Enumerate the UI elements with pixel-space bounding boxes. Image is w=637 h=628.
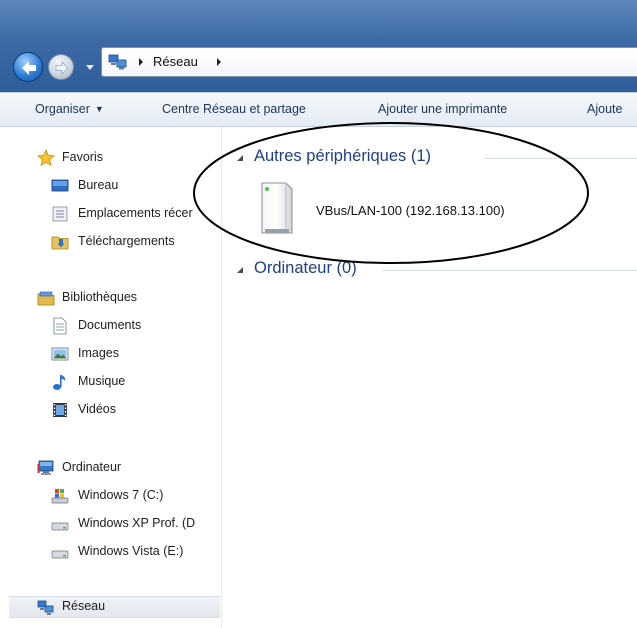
group-title: Autres périphériques (1) — [254, 147, 432, 165]
nav-computer-label: Ordinateur — [62, 460, 122, 474]
organize-menu-button[interactable]: Organiser ▼ — [35, 102, 104, 116]
history-dropdown-icon[interactable] — [85, 62, 95, 72]
add-wireless-button[interactable]: Ajoute — [587, 102, 622, 116]
nav-item-desktop[interactable]: Bureau — [0, 175, 221, 197]
computer-icon — [37, 460, 54, 475]
nav-item-label: Images — [78, 346, 119, 360]
star-icon — [37, 149, 55, 167]
windows-drive-icon — [51, 489, 69, 504]
nav-item-label: Vidéos — [78, 402, 116, 416]
recent-places-icon — [52, 206, 68, 222]
libraries-icon — [37, 291, 55, 306]
nav-item-label: Bureau — [78, 178, 119, 192]
nav-libraries[interactable]: Bibliothèques — [0, 287, 221, 309]
group-title: Ordinateur (0) — [254, 259, 357, 277]
navigation-pane: Favoris Bureau Emplacements récer Téléch… — [0, 127, 222, 628]
forward-button[interactable] — [48, 54, 74, 80]
collapse-triangle-icon[interactable] — [236, 266, 244, 274]
network-icon — [37, 600, 54, 615]
network-device-icon — [261, 182, 293, 234]
device-item-vbus-lan[interactable]: VBus/LAN-100 (192.168.13.100) — [256, 179, 556, 237]
nav-item-videos[interactable]: Vidéos — [0, 399, 221, 421]
network-icon — [108, 54, 127, 70]
videos-film-icon — [53, 403, 67, 417]
nav-item-label: Téléchargements — [78, 234, 175, 248]
music-note-icon — [53, 375, 66, 390]
command-bar: Organiser ▼ Centre Réseau et partage Ajou… — [0, 92, 637, 127]
nav-item-label: Windows 7 (C:) — [78, 488, 164, 502]
nav-item-label: Windows Vista (E:) — [78, 544, 184, 558]
content-pane: Autres périphériques (1) VBus/LAN-100 (1… — [222, 127, 637, 628]
nav-item-label: Documents — [78, 318, 142, 332]
chevron-down-icon: ▼ — [94, 104, 104, 114]
nav-libraries-label: Bibliothèques — [62, 290, 138, 304]
hard-drive-icon — [51, 550, 69, 559]
images-icon — [51, 347, 69, 361]
address-bar[interactable]: Réseau — [101, 47, 637, 77]
nav-item-drive-d[interactable]: Windows XP Prof. (D — [0, 513, 221, 535]
group-divider — [484, 158, 637, 159]
back-button[interactable] — [13, 52, 43, 82]
nav-item-recent-places[interactable]: Emplacements récer — [0, 203, 221, 225]
collapse-triangle-icon[interactable] — [236, 154, 244, 162]
back-arrow-icon — [22, 61, 36, 75]
window-titlebar: Réseau — [0, 0, 637, 92]
nav-network[interactable]: Réseau — [9, 596, 220, 618]
breadcrumb-chevron-icon[interactable] — [136, 56, 146, 68]
nav-item-label: Musique — [78, 374, 126, 388]
breadcrumb-network[interactable]: Réseau — [153, 54, 198, 69]
desktop-icon — [51, 179, 69, 192]
downloads-folder-icon — [51, 236, 69, 250]
nav-computer[interactable]: Ordinateur — [0, 457, 221, 479]
nav-item-documents[interactable]: Documents — [0, 315, 221, 337]
nav-network-label: Réseau — [62, 599, 106, 613]
device-label: VBus/LAN-100 (192.168.13.100) — [316, 203, 505, 218]
organize-label: Organiser — [35, 102, 90, 116]
nav-item-drive-e[interactable]: Windows Vista (E:) — [0, 541, 221, 563]
documents-icon — [53, 317, 67, 335]
forward-arrow-icon — [55, 61, 69, 75]
group-divider — [382, 270, 637, 271]
nav-item-images[interactable]: Images — [0, 343, 221, 365]
nav-favorites-label: Favoris — [62, 150, 103, 164]
nav-item-music[interactable]: Musique — [0, 371, 221, 393]
breadcrumb-chevron-icon[interactable] — [214, 56, 224, 68]
add-printer-button[interactable]: Ajouter une imprimante — [378, 102, 507, 116]
nav-favorites[interactable]: Favoris — [0, 147, 221, 169]
network-center-button[interactable]: Centre Réseau et partage — [162, 102, 306, 116]
nav-item-drive-c[interactable]: Windows 7 (C:) — [0, 485, 221, 507]
nav-item-label: Emplacements récer — [78, 206, 193, 220]
hard-drive-icon — [51, 522, 69, 531]
nav-item-label: Windows XP Prof. (D — [78, 516, 196, 530]
nav-item-downloads[interactable]: Téléchargements — [0, 231, 221, 253]
